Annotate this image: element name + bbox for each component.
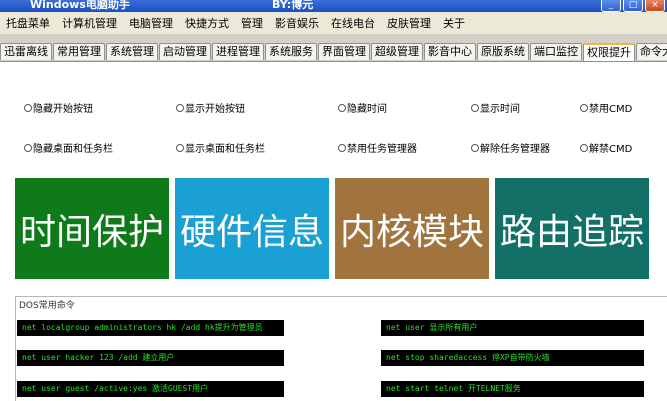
option-hide-start[interactable]: 隐藏开始按钮 — [24, 100, 93, 115]
author-label: BY:博元 — [272, 0, 314, 11]
tab-thunder-offline[interactable]: 迅雷离线 — [0, 43, 52, 60]
tab-startup[interactable]: 启动管理 — [159, 43, 211, 60]
radio-icon — [24, 103, 32, 112]
option-hide-time[interactable]: 隐藏时间 — [338, 100, 387, 115]
menu-skin[interactable]: 皮肤管理 — [381, 15, 437, 31]
menu-media[interactable]: 影音娱乐 — [269, 15, 325, 31]
maximize-button[interactable]: □ — [623, 0, 643, 12]
tab-port-monitor[interactable]: 端口监控 — [530, 43, 582, 60]
kernel-module-tile[interactable]: 内核模块 — [335, 178, 489, 279]
radio-icon — [24, 143, 32, 152]
option-show-time[interactable]: 显示时间 — [471, 100, 520, 115]
dos-title: DOS常用命令 — [19, 301, 75, 311]
option-label: 隐藏桌面和任务栏 — [33, 144, 113, 155]
radio-icon — [580, 103, 588, 112]
option-show-start[interactable]: 显示开始按钮 — [176, 100, 245, 115]
option-disable-cmd[interactable]: 禁用CMD — [580, 100, 632, 115]
menu-shortcuts[interactable]: 快捷方式 — [179, 15, 235, 31]
radio-icon — [176, 103, 184, 112]
option-show-desktop[interactable]: 显示桌面和任务栏 — [176, 140, 265, 155]
option-label: 解禁CMD — [589, 144, 633, 155]
menu-about[interactable]: 关于 — [437, 15, 471, 31]
option-label: 显示时间 — [480, 104, 520, 115]
hardware-info-tile[interactable]: 硬件信息 — [175, 178, 329, 279]
tab-services[interactable]: 系统服务 — [265, 43, 317, 60]
menu-radio[interactable]: 在线电台 — [325, 15, 381, 31]
command-field[interactable]: net stop sharedaccess 停XP自带防火墙 — [381, 350, 644, 366]
tile-row: 时间保护 硬件信息 内核模块 路由追踪 — [15, 178, 649, 279]
option-label: 禁用CMD — [589, 104, 633, 115]
menu-pc-management[interactable]: 电脑管理 — [123, 15, 179, 31]
option-enable-taskmgr[interactable]: 解除任务管理器 — [471, 140, 550, 155]
menu-computer-management[interactable]: 计算机管理 — [56, 15, 123, 31]
tab-media-center[interactable]: 影音中心 — [424, 43, 476, 60]
close-button[interactable]: × — [645, 0, 665, 12]
tab-strip: 迅雷离线 常用管理 系统管理 启动管理 进程管理 系统服务 界面管理 超级管理 … — [0, 43, 667, 61]
command-field[interactable]: net user 显示所有用户 — [381, 320, 644, 336]
time-protect-tile[interactable]: 时间保护 — [15, 178, 169, 279]
menu-manage[interactable]: 管理 — [235, 15, 269, 31]
radio-icon — [471, 103, 479, 112]
menu-tray[interactable]: 托盘菜单 — [0, 15, 56, 31]
tab-super[interactable]: 超级管理 — [371, 43, 423, 60]
option-label: 隐藏时间 — [347, 104, 387, 115]
menu-bar: 托盘菜单 计算机管理 电脑管理 快捷方式 管理 影音娱乐 在线电台 皮肤管理 关… — [0, 12, 667, 34]
option-label: 隐藏开始按钮 — [33, 104, 93, 115]
route-trace-tile[interactable]: 路由追踪 — [495, 178, 649, 279]
command-field[interactable]: net user hacker 123 /add 建立用户 — [17, 350, 284, 366]
tab-original-system[interactable]: 原版系统 — [477, 43, 529, 60]
option-label: 显示开始按钮 — [185, 104, 245, 115]
radio-icon — [471, 143, 479, 152]
option-label: 显示桌面和任务栏 — [185, 144, 265, 155]
radio-icon — [338, 103, 346, 112]
option-hide-desktop[interactable]: 隐藏桌面和任务栏 — [24, 140, 113, 155]
tab-common[interactable]: 常用管理 — [53, 43, 105, 60]
tab-process[interactable]: 进程管理 — [212, 43, 264, 60]
tab-privilege[interactable]: 权限提升 — [583, 43, 635, 61]
option-disable-taskmgr[interactable]: 禁用任务管理器 — [338, 140, 417, 155]
title-bar: Windows电脑助手 BY:博元 _ □ × — [0, 0, 667, 12]
window-title: Windows电脑助手 — [30, 0, 130, 11]
command-field[interactable]: net user guest /active:yes 激活GUEST用户 — [17, 381, 284, 397]
tab-interface[interactable]: 界面管理 — [318, 43, 370, 60]
command-field[interactable]: net start telnet 开TELNET服务 — [381, 381, 644, 397]
option-label: 禁用任务管理器 — [347, 144, 417, 155]
command-field[interactable]: net localgroup administrators hk /add hk… — [17, 320, 284, 336]
option-label: 解除任务管理器 — [480, 144, 550, 155]
radio-icon — [580, 143, 588, 152]
tab-commands[interactable]: 命令大全 — [636, 43, 667, 60]
tab-system[interactable]: 系统管理 — [106, 43, 158, 60]
radio-icon — [176, 143, 184, 152]
minimize-button[interactable]: _ — [601, 0, 621, 12]
radio-icon — [338, 143, 346, 152]
option-enable-cmd[interactable]: 解禁CMD — [580, 140, 632, 155]
